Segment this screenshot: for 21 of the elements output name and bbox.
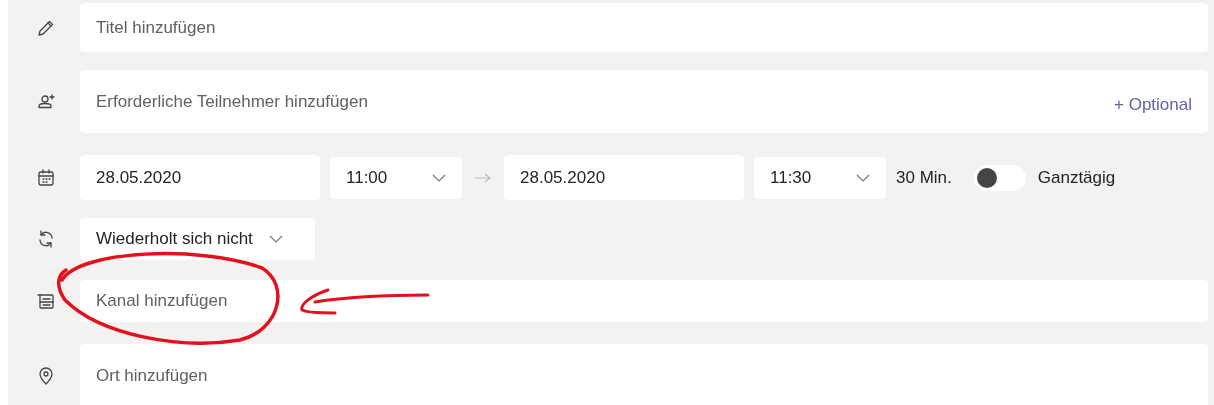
location-pin-icon xyxy=(36,366,56,386)
repeat-icon xyxy=(36,229,56,249)
repeat-dropdown[interactable]: Wiederholt sich nicht xyxy=(80,218,315,260)
calendar-icon xyxy=(36,167,56,188)
chevron-down-icon xyxy=(432,173,446,182)
optional-link[interactable]: + Optional xyxy=(1114,91,1192,118)
duration-label: 30 Min. xyxy=(896,166,952,189)
list-icon xyxy=(36,291,56,311)
start-time-dropdown[interactable]: 11:00 xyxy=(330,156,462,199)
end-time-dropdown[interactable]: 11:30 xyxy=(754,156,886,199)
location-field[interactable]: Ort hinzufügen xyxy=(80,344,1208,405)
arrow-right-icon xyxy=(475,172,491,183)
end-date-field[interactable]: 28.05.2020 xyxy=(504,155,744,200)
title-field[interactable]: Titel hinzufügen xyxy=(80,3,1208,52)
all-day-toggle[interactable] xyxy=(973,164,1026,191)
all-day-label: Ganztägig xyxy=(1037,166,1116,189)
chevron-down-icon xyxy=(856,173,870,182)
attendees-field[interactable]: Erforderliche Teilnehmer hinzufügen + Optional xyxy=(80,70,1208,133)
chevron-down-icon xyxy=(268,235,283,243)
channel-field[interactable]: Kanal hinzufügen xyxy=(80,280,1208,322)
start-date-field[interactable]: 28.05.2020 xyxy=(80,155,320,200)
